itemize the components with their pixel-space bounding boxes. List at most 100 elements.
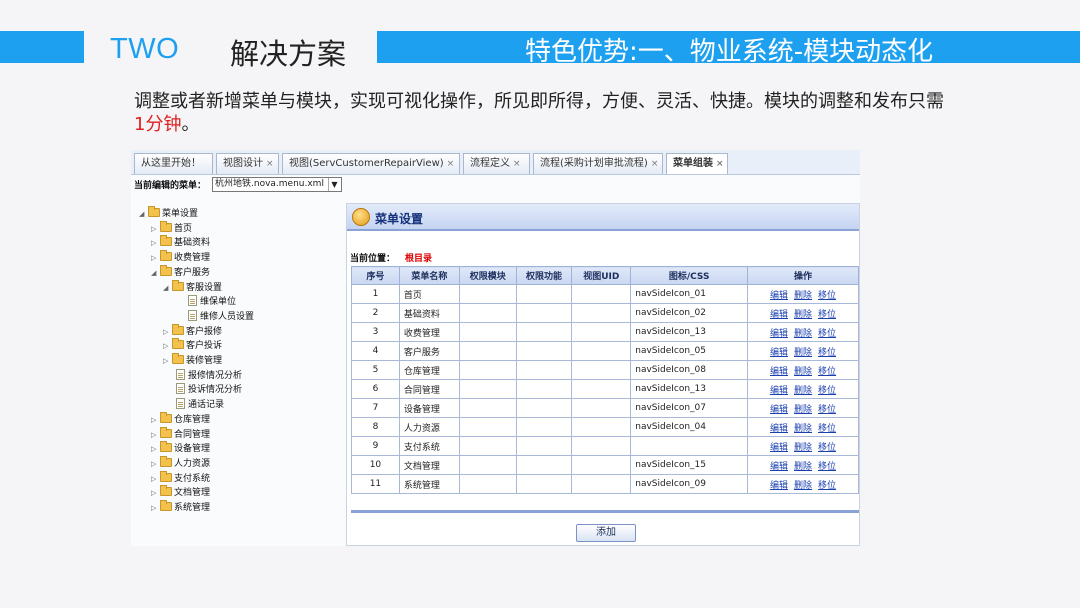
edit-link[interactable]: 编辑	[770, 291, 788, 301]
expand-icon[interactable]: ▷	[151, 428, 160, 442]
move-link[interactable]: 移位	[818, 329, 836, 339]
close-icon[interactable]: ×	[447, 159, 455, 169]
move-link[interactable]: 移位	[818, 291, 836, 301]
expand-icon[interactable]: ▷	[151, 486, 160, 500]
tree-node[interactable]: 维修人员设置	[179, 309, 254, 324]
feature-title: 特色优势:一、物业系统-模块动态化	[525, 37, 934, 67]
edit-link[interactable]: 编辑	[770, 329, 788, 339]
expand-icon[interactable]: ▷	[151, 236, 160, 250]
edit-link[interactable]: 编辑	[770, 405, 788, 415]
table-cell: 9	[351, 436, 400, 456]
expand-icon[interactable]: ▷	[163, 354, 172, 368]
tree-node[interactable]: ▷ 装修管理	[163, 353, 222, 368]
delete-link[interactable]: 删除	[794, 386, 812, 396]
move-link[interactable]: 移位	[818, 424, 836, 434]
delete-link[interactable]: 删除	[794, 367, 812, 377]
expand-icon[interactable]: ▷	[151, 442, 160, 456]
expand-icon[interactable]: ▷	[151, 222, 160, 236]
table-cell: 3	[351, 322, 400, 342]
delete-link[interactable]: 删除	[794, 481, 812, 491]
tree-node[interactable]: ▷ 文档管理	[151, 485, 210, 500]
edit-link[interactable]: 编辑	[770, 348, 788, 358]
edit-link[interactable]: 编辑	[770, 443, 788, 453]
collapse-icon[interactable]: ◢	[151, 266, 160, 280]
delete-link[interactable]: 删除	[794, 462, 812, 472]
tab[interactable]: 从这里开始！	[134, 153, 213, 174]
collapse-icon[interactable]: ◢	[163, 281, 172, 295]
close-icon[interactable]: ×	[513, 159, 521, 169]
move-link[interactable]: 移位	[818, 405, 836, 415]
tree-node[interactable]: ▷ 设备管理	[151, 441, 210, 456]
file-icon	[176, 383, 185, 395]
close-icon[interactable]: ×	[716, 159, 724, 169]
column-header: 操作	[747, 266, 859, 285]
move-link[interactable]: 移位	[818, 367, 836, 377]
expand-icon[interactable]: ▷	[151, 472, 160, 486]
tree-node[interactable]: ▷ 人力资源	[151, 455, 210, 471]
edit-link[interactable]: 编辑	[770, 310, 788, 320]
expand-icon[interactable]: ▷	[163, 339, 172, 353]
tree-node-label: 通话记录	[188, 400, 225, 411]
current-menu-select[interactable]: 杭州地铁.nova.menu.xml ▼	[212, 177, 342, 192]
move-link[interactable]: 移位	[818, 348, 836, 358]
tab[interactable]: 流程(采购计划审批流程) ×	[533, 153, 663, 174]
table-cell: 6	[351, 379, 400, 399]
tree-node[interactable]: ▷ 客户报修	[163, 323, 223, 339]
tree-node[interactable]: ◢ 客服设置	[163, 279, 222, 295]
move-link[interactable]: 移位	[818, 462, 836, 472]
move-link[interactable]: 移位	[818, 443, 836, 453]
expand-icon[interactable]: ▷	[151, 457, 160, 471]
tree-node[interactable]: ▷ 支付系统	[151, 470, 210, 486]
table-cell	[515, 360, 573, 380]
tree-node[interactable]: 维保单位	[179, 295, 236, 309]
tab[interactable]: 视图设计 ×	[216, 153, 279, 174]
tab[interactable]: 菜单组装 ×	[666, 153, 728, 174]
close-icon[interactable]: ×	[651, 159, 659, 169]
table-cell	[515, 322, 573, 342]
delete-link[interactable]: 删除	[794, 405, 812, 415]
delete-link[interactable]: 删除	[794, 348, 812, 358]
tree-node-label: 客户报修	[186, 326, 223, 337]
delete-link[interactable]: 删除	[794, 443, 812, 453]
tree-node[interactable]: ▷ 仓库管理	[151, 411, 210, 427]
tree-node[interactable]: ▷ 基础资料	[151, 235, 210, 250]
edit-link[interactable]: 编辑	[770, 424, 788, 434]
table-cell	[571, 303, 632, 323]
tree-node[interactable]: 通话记录	[167, 398, 224, 412]
table-cell: navSideIcon_13	[630, 322, 749, 342]
move-link[interactable]: 移位	[818, 481, 836, 491]
collapse-icon[interactable]: ◢	[139, 207, 148, 221]
tab[interactable]: 视图(ServCustomerRepairView) ×	[282, 153, 460, 174]
edit-link[interactable]: 编辑	[770, 386, 788, 396]
close-icon[interactable]: ×	[266, 159, 274, 169]
edit-link[interactable]: 编辑	[770, 367, 788, 377]
delete-link[interactable]: 删除	[794, 310, 812, 320]
tab[interactable]: 流程定义 ×	[463, 153, 530, 174]
tree-node[interactable]: 报修情况分析	[167, 368, 242, 383]
table-cell	[458, 455, 517, 475]
chevron-down-icon[interactable]: ▼	[328, 178, 340, 191]
delete-link[interactable]: 删除	[794, 291, 812, 301]
move-link[interactable]: 移位	[818, 310, 836, 320]
tree-node[interactable]: ◢ 客户服务	[151, 264, 210, 280]
move-link[interactable]: 移位	[818, 386, 836, 396]
edit-link[interactable]: 编辑	[770, 462, 788, 472]
tab-label: 视图(ServCustomerRepairView)	[289, 158, 444, 169]
tree-node[interactable]: ▷ 首页	[151, 220, 192, 236]
tree-node[interactable]: ◢ 菜单设置	[139, 206, 198, 221]
expand-icon[interactable]: ▷	[151, 501, 160, 515]
tree-node[interactable]: ▷ 系统管理	[151, 500, 210, 515]
add-button[interactable]: 添加	[576, 524, 636, 542]
expand-icon[interactable]: ▷	[151, 413, 160, 427]
tree-node[interactable]: 投诉情况分析	[167, 383, 242, 397]
delete-link[interactable]: 删除	[794, 424, 812, 434]
tab-label: 菜单组装	[673, 158, 713, 169]
delete-link[interactable]: 删除	[794, 329, 812, 339]
tree-node[interactable]: ▷ 合同管理	[151, 426, 210, 442]
edit-link[interactable]: 编辑	[770, 481, 788, 491]
expand-icon[interactable]: ▷	[151, 251, 160, 265]
tree-node[interactable]: ▷ 客户投诉	[163, 338, 222, 353]
file-icon	[176, 368, 185, 380]
expand-icon[interactable]: ▷	[163, 325, 172, 339]
tree-node[interactable]: ▷ 收费管理	[151, 250, 210, 265]
